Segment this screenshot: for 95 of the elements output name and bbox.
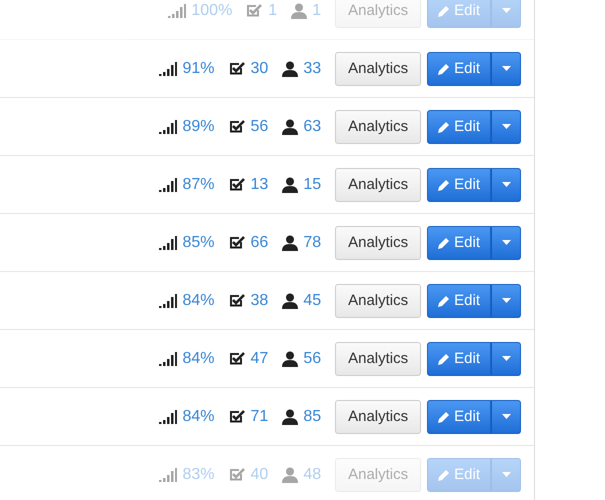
user-icon xyxy=(282,118,298,134)
edit-button[interactable]: Edit xyxy=(427,168,491,202)
caret-icon xyxy=(502,298,510,303)
user-icon xyxy=(282,350,298,366)
score-value: 84% xyxy=(182,350,215,368)
checkbox-icon xyxy=(228,467,246,482)
edit-button[interactable]: Edit xyxy=(427,284,491,318)
task-count: 1 xyxy=(268,2,278,20)
checkbox-icon xyxy=(228,119,246,134)
score-value: 84% xyxy=(182,408,215,426)
dropdown-button[interactable] xyxy=(491,168,521,202)
score-value: 87% xyxy=(182,176,215,194)
caret-icon xyxy=(502,182,510,187)
dropdown-button[interactable] xyxy=(491,400,521,434)
edit-button[interactable]: Edit xyxy=(427,226,491,260)
signal-icon xyxy=(159,352,178,366)
dropdown-button[interactable] xyxy=(491,110,521,144)
analytics-button[interactable]: Analytics xyxy=(335,284,422,318)
user-count: 56 xyxy=(303,350,322,368)
edit-button[interactable]: Edit xyxy=(427,400,491,434)
user-icon xyxy=(282,234,298,250)
user-count: 63 xyxy=(303,118,322,136)
user-icon xyxy=(282,292,298,308)
checkbox-icon xyxy=(228,177,246,192)
user-count: 45 xyxy=(303,292,322,310)
signal-icon xyxy=(159,294,178,308)
signal-icon xyxy=(159,236,178,250)
pencil-icon xyxy=(438,178,450,190)
analytics-button[interactable]: Analytics xyxy=(335,226,422,260)
caret-icon xyxy=(502,414,510,419)
edit-button[interactable]: Edit xyxy=(427,342,491,376)
user-icon xyxy=(282,408,298,424)
checkbox-icon xyxy=(228,293,246,308)
analytics-button[interactable]: Analytics xyxy=(335,342,422,376)
analytics-button[interactable]: Analytics xyxy=(335,0,422,28)
checkbox-icon xyxy=(228,61,246,76)
task-count: 38 xyxy=(250,292,268,310)
caret-icon xyxy=(502,66,510,71)
analytics-button[interactable]: Analytics xyxy=(335,400,422,434)
analytics-button[interactable]: Analytics xyxy=(335,52,422,86)
pencil-icon xyxy=(438,120,450,132)
dropdown-button[interactable] xyxy=(491,226,521,260)
checkbox-icon xyxy=(228,409,246,424)
pencil-icon xyxy=(438,294,450,306)
signal-icon xyxy=(159,62,178,76)
caret-icon xyxy=(502,8,510,13)
pencil-icon xyxy=(438,410,450,422)
score-value: 85% xyxy=(182,234,215,252)
user-count: 33 xyxy=(303,60,322,78)
score-value: 100% xyxy=(191,2,232,20)
analytics-button[interactable]: Analytics xyxy=(335,458,422,492)
score-value: 84% xyxy=(182,292,215,310)
caret-icon xyxy=(502,240,510,245)
user-count: 78 xyxy=(303,234,322,252)
checkbox-icon xyxy=(228,351,246,366)
signal-icon xyxy=(159,178,178,192)
dropdown-button[interactable] xyxy=(491,52,521,86)
score-value: 89% xyxy=(182,118,215,136)
pencil-icon xyxy=(438,236,450,248)
analytics-button[interactable]: Analytics xyxy=(335,110,422,144)
pencil-icon xyxy=(438,4,450,16)
signal-icon xyxy=(159,410,178,424)
caret-icon xyxy=(502,356,510,361)
task-count: 13 xyxy=(250,176,268,194)
task-count: 30 xyxy=(250,60,268,78)
user-count: 1 xyxy=(312,2,322,20)
dropdown-button[interactable] xyxy=(491,284,521,318)
task-count: 71 xyxy=(250,408,268,426)
caret-icon xyxy=(502,124,510,129)
score-value: 91% xyxy=(182,60,215,78)
task-count: 66 xyxy=(250,234,268,252)
pencil-icon xyxy=(438,62,450,74)
user-icon xyxy=(282,176,298,192)
signal-icon xyxy=(159,120,178,134)
user-count: 15 xyxy=(303,176,322,194)
pencil-icon xyxy=(438,468,450,480)
signal-icon xyxy=(159,468,178,482)
edit-button[interactable]: Edit xyxy=(427,52,491,86)
checkbox-icon xyxy=(246,3,264,18)
user-icon xyxy=(282,60,298,76)
task-count: 47 xyxy=(250,350,268,368)
task-count: 56 xyxy=(250,118,268,136)
user-icon xyxy=(282,466,298,482)
checkbox-icon xyxy=(228,235,246,250)
edit-button[interactable]: Edit xyxy=(427,110,491,144)
analytics-button[interactable]: Analytics xyxy=(335,168,422,202)
signal-icon xyxy=(168,4,186,18)
caret-icon xyxy=(502,472,510,477)
user-count: 48 xyxy=(303,466,322,484)
dropdown-button[interactable] xyxy=(491,342,521,376)
pencil-icon xyxy=(438,352,450,364)
task-count: 40 xyxy=(250,466,268,484)
user-icon xyxy=(291,2,308,18)
score-value: 83% xyxy=(182,466,215,484)
user-count: 85 xyxy=(303,408,322,426)
